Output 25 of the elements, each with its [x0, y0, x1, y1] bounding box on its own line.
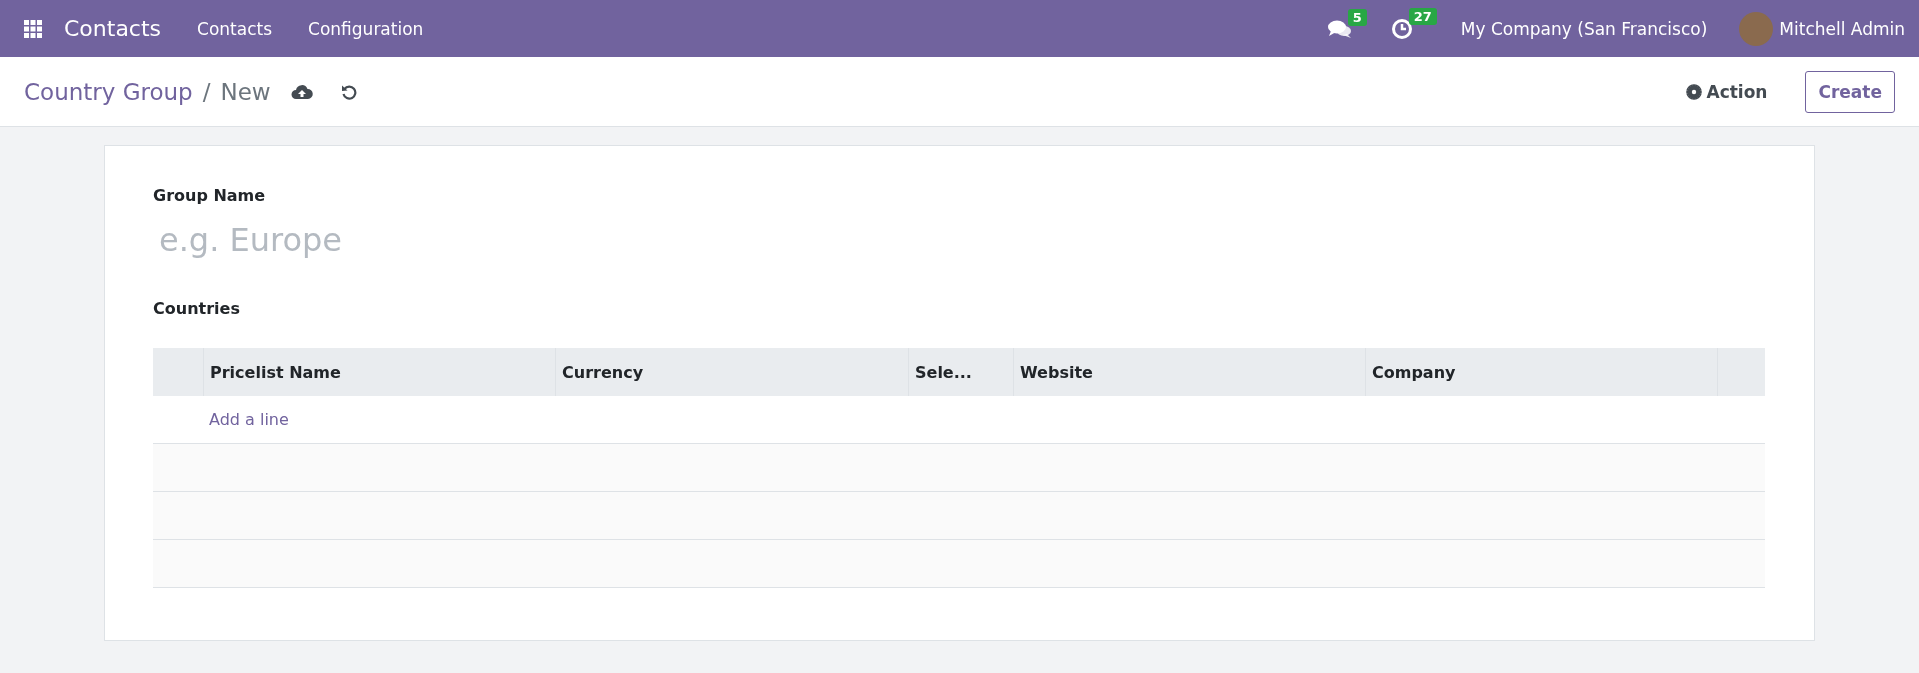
column-header[interactable]: Website: [1020, 362, 1093, 382]
company-switcher[interactable]: My Company (San Francisco): [1460, 18, 1708, 39]
app-name[interactable]: Contacts: [64, 16, 162, 41]
cloud-upload-icon[interactable]: [290, 83, 313, 100]
breadcrumb-separator: /: [202, 78, 211, 105]
menu-item[interactable]: Contacts: [197, 18, 273, 39]
chat-bubbles-icon[interactable]: [1327, 18, 1352, 39]
message-count-badge: 5: [1347, 8, 1367, 26]
clock-icon[interactable]: [1390, 17, 1413, 40]
action-menu-button[interactable]: Action: [1680, 80, 1774, 103]
field-label: Group Name: [153, 186, 267, 205]
apps-grid-icon[interactable]: [24, 19, 42, 38]
breadcrumb-link[interactable]: Country Group: [24, 78, 193, 105]
column-header[interactable]: Currency: [562, 362, 644, 382]
create-button[interactable]: Create: [1805, 70, 1895, 113]
column-header[interactable]: Pricelist Name: [210, 362, 341, 382]
field-label: Countries: [153, 299, 241, 318]
column-header[interactable]: Company: [1372, 362, 1456, 382]
undo-icon[interactable]: [340, 83, 357, 100]
breadcrumb-current: New: [220, 78, 271, 105]
column-header[interactable]: Sele...: [915, 362, 972, 382]
activity-count-badge: 27: [1408, 7, 1437, 25]
menu-item[interactable]: Configuration: [308, 18, 424, 39]
add-line-link[interactable]: Add a line: [209, 410, 289, 429]
user-name[interactable]: Mitchell Admin: [1779, 18, 1905, 39]
